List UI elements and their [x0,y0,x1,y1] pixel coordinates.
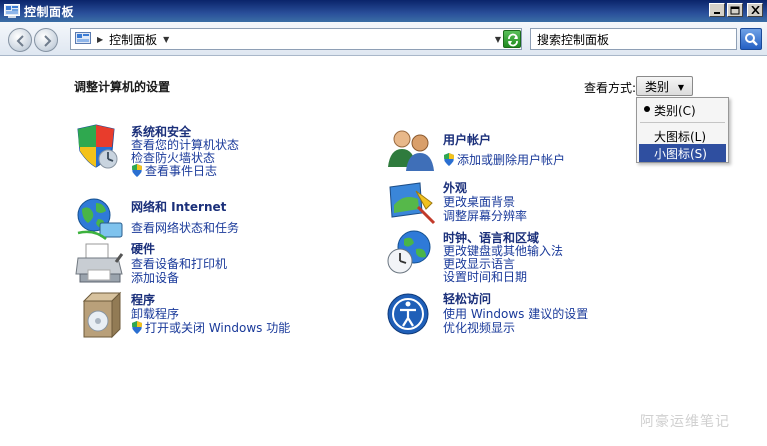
category-ease-of-access: 轻松访问 使用 Windows 建议的设置 优化视频显示 [386,290,626,338]
close-icon [750,6,760,14]
maximize-icon [730,6,740,14]
link-view-event-log-row: 查看事件日志 [131,162,217,179]
address-bar: ▶ 控制面板 ▼ ▼ 搜索控制面板 [0,22,767,56]
watermark-text: 阿豪运维笔记 [640,414,730,430]
uac-shield-icon [132,321,142,334]
menu-item-large-icons[interactable]: 大图标(L) [639,127,726,145]
view-by-dropdown[interactable]: 类别 ▼ [636,76,693,96]
link-view-network-status[interactable]: 查看网络状态和任务 [131,219,239,236]
menu-item-category[interactable]: 类别(C) [639,101,726,119]
minimize-icon [714,12,720,14]
link-add-remove-users[interactable]: 添加或删除用户帐户 [457,153,565,167]
view-by-menu: 类别(C) 大图标(L) 小图标(S) [636,97,729,163]
ease-of-access-icon[interactable] [386,290,438,338]
window-controls [709,3,763,17]
menu-item-label: 类别(C) [654,103,696,118]
close-button[interactable] [747,3,763,17]
users-icon[interactable] [386,127,438,175]
title-bar: 控制面板 [0,0,767,22]
search-input[interactable]: 搜索控制面板 [530,28,737,50]
category-title[interactable]: 网络和 Internet [131,198,226,215]
category-clock-language-region: 时钟、语言和区域 更改键盘或其他输入法 更改显示语言 设置时间和日期 [386,229,606,285]
breadcrumb-control-panel[interactable]: 控制面板 [109,31,157,48]
arrow-left-icon [16,35,24,47]
link-optimize-display[interactable]: 优化视频显示 [443,319,515,336]
appearance-monitor-icon[interactable] [386,179,438,227]
category-programs: 程序 卸载程序 打开或关闭 Windows 功能 [74,291,314,343]
link-windows-features-row: 打开或关闭 Windows 功能 [131,319,290,336]
chevron-down-icon: ▼ [677,83,684,92]
menu-separator [640,122,725,123]
address-field[interactable]: ▶ 控制面板 ▼ ▼ [70,28,522,50]
network-globe-icon[interactable] [74,195,126,243]
printer-icon[interactable] [74,240,126,288]
back-button[interactable] [8,28,32,52]
link-screen-resolution[interactable]: 调整屏幕分辨率 [443,207,527,224]
category-hardware: 硬件 查看设备和打印机 添加设备 [74,240,294,288]
view-by-label: 查看方式: [584,81,637,95]
breadcrumb-separator-icon[interactable]: ▶ [97,35,103,44]
search-icon [745,33,758,46]
link-view-event-log[interactable]: 查看事件日志 [145,164,217,178]
category-title[interactable]: 用户帐户 [443,131,491,148]
link-add-remove-users-row: 添加或删除用户帐户 [443,151,565,168]
selected-bullet-icon [644,106,650,112]
category-appearance: 外观 更改桌面背景 调整屏幕分辨率 [386,179,606,227]
category-network-internet: 网络和 Internet 查看网络状态和任务 [74,195,294,243]
programs-box-icon[interactable] [74,291,126,339]
link-add-device[interactable]: 添加设备 [131,269,179,286]
window-title: 控制面板 [24,4,75,19]
menu-item-label: 大图标(L) [654,129,707,144]
menu-item-label: 小图标(S) [654,146,707,161]
refresh-button[interactable] [503,30,521,48]
maximize-button[interactable] [727,3,743,17]
page-title: 调整计算机的设置 [74,80,171,94]
minimize-button[interactable] [709,3,725,17]
view-by-value: 类别 [645,79,670,94]
control-panel-icon [4,4,20,18]
address-history-dropdown-icon[interactable]: ▼ [495,35,501,44]
uac-shield-icon [444,153,454,166]
forward-button[interactable] [34,28,58,52]
system-security-shield-icon[interactable] [74,123,126,171]
refresh-icon [508,33,518,47]
control-panel-icon [75,32,91,44]
link-turn-windows-features[interactable]: 打开或关闭 Windows 功能 [145,321,290,335]
arrow-right-icon [44,35,52,47]
search-placeholder: 搜索控制面板 [537,32,610,47]
uac-shield-icon [132,164,142,177]
search-button[interactable] [740,28,762,50]
link-set-time-date[interactable]: 设置时间和日期 [443,268,527,285]
content-area: 调整计算机的设置 查看方式: 类别 ▼ 类别(C) 大图标(L) 小图标(S) … [0,57,767,446]
category-user-accounts: 用户帐户 添加或删除用户帐户 [386,127,606,175]
menu-item-small-icons[interactable]: 小图标(S) [639,144,726,162]
category-system-security: 系统和安全 查看您的计算机状态 检查防火墙状态 查看事件日志 [74,123,294,183]
breadcrumb-chevron-icon[interactable]: ▼ [163,35,169,44]
clock-globe-icon[interactable] [386,229,438,277]
